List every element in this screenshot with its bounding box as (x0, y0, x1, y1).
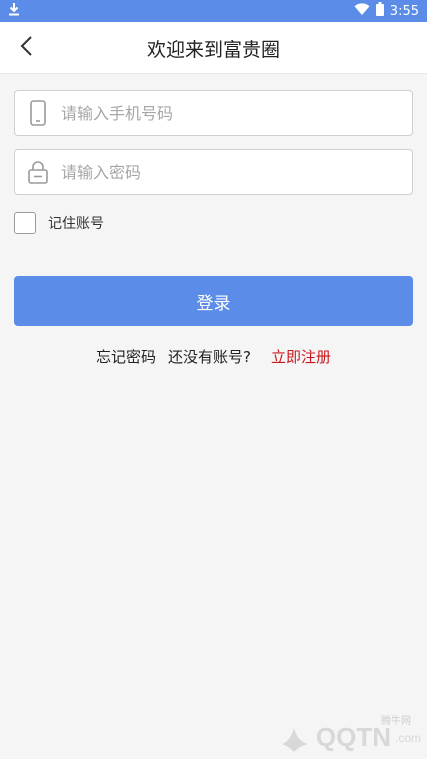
status-bar: 3:55 (0, 0, 427, 22)
phone-input[interactable] (61, 91, 412, 135)
forgot-password-link[interactable]: 忘记密码 (96, 346, 156, 367)
remember-checkbox[interactable] (14, 212, 36, 234)
status-time: 3:55 (389, 3, 419, 19)
remember-label: 记住账号 (48, 216, 104, 232)
password-input[interactable] (61, 150, 412, 194)
account-links: 忘记密码 还没有账号? 立即注册 (0, 345, 427, 367)
lock-icon (15, 149, 61, 195)
page-title: 欢迎来到富贵圈 (146, 38, 280, 61)
watermark-text: QQTN (315, 722, 391, 752)
header: 欢迎来到富贵圈 (0, 22, 427, 74)
no-account-text: 还没有账号? (168, 347, 251, 366)
wifi-icon (354, 3, 370, 19)
watermark-logo: QQTN .com (278, 722, 421, 753)
login-button[interactable]: 登录 (14, 276, 413, 326)
watermark-suffix: .com (394, 730, 421, 745)
battery-icon (375, 2, 384, 20)
status-right: 3:55 (354, 2, 419, 20)
phone-icon (15, 90, 61, 136)
phone-field[interactable] (14, 90, 413, 136)
register-link[interactable]: 立即注册 (271, 346, 331, 367)
password-field[interactable] (14, 149, 413, 195)
remember-account: 记住账号 (14, 212, 104, 234)
download-arrow-icon (8, 2, 20, 20)
status-left (8, 2, 20, 20)
watermark-icon (281, 727, 308, 752)
